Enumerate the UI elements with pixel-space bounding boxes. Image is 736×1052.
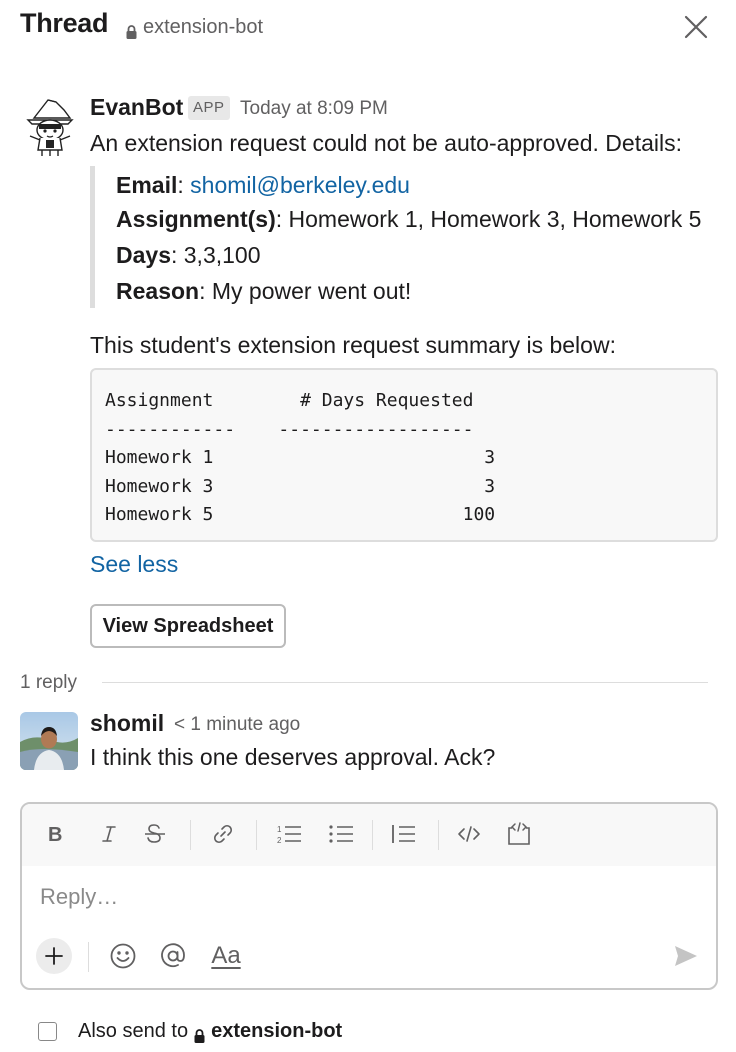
- view-spreadsheet-button[interactable]: View Spreadsheet: [90, 604, 286, 648]
- bold-icon[interactable]: B: [40, 818, 70, 850]
- bot-timestamp[interactable]: Today at 8:09 PM: [240, 98, 388, 120]
- bot-intro-text: An extension request could not be auto-a…: [90, 130, 682, 156]
- reply-divider: [102, 682, 708, 683]
- close-icon[interactable]: [682, 13, 710, 41]
- also-send-checkbox[interactable]: [38, 1022, 57, 1041]
- app-badge: APP: [188, 96, 230, 120]
- channel-name[interactable]: extension-bot: [126, 16, 263, 39]
- formatting-label: Aa: [211, 942, 241, 969]
- detail-assignments: Assignment(s): Homework 1, Homework 3, H…: [116, 206, 702, 232]
- reason-value: My power went out!: [211, 278, 412, 304]
- toolbar-separator: [190, 820, 191, 850]
- svg-text:1: 1: [277, 825, 282, 834]
- code-icon[interactable]: [454, 818, 484, 850]
- composer-separator: [88, 942, 89, 972]
- summary-code-block: Assignment # Days Requested ------------…: [90, 368, 718, 542]
- mention-icon[interactable]: [156, 938, 190, 974]
- bot-avatar[interactable]: [20, 96, 78, 158]
- bot-sender-name[interactable]: EvanBot: [90, 94, 183, 121]
- lock-icon: [194, 1026, 205, 1043]
- channel-label: extension-bot: [143, 16, 264, 38]
- email-link[interactable]: shomil@berkeley.edu: [190, 172, 410, 198]
- italic-icon[interactable]: [94, 818, 124, 850]
- also-send-label: Also send to: [78, 1020, 189, 1042]
- assignments-value: Homework 1, Homework 3, Homework 5: [288, 206, 702, 232]
- toolbar-separator: [438, 820, 439, 850]
- assignments-label: Assignment(s): [116, 206, 276, 232]
- summary-intro-text: This student's extension request summary…: [90, 332, 616, 358]
- reply-composer: B 12 Reply… Aa: [20, 802, 718, 990]
- days-value: 3,3,100: [183, 242, 261, 268]
- ordered-list-icon[interactable]: 12: [274, 818, 304, 850]
- also-send-channel-name: extension-bot: [211, 1020, 343, 1042]
- reply-sender-name[interactable]: shomil: [90, 710, 164, 737]
- svg-text:B: B: [48, 824, 62, 844]
- thread-header: Thread extension-bot: [0, 0, 736, 56]
- thread-title: Thread: [20, 8, 109, 38]
- reason-label: Reason: [116, 278, 200, 304]
- formatting-toolbar: B 12: [22, 804, 716, 866]
- also-send-channel: extension-bot: [194, 1020, 342, 1043]
- reply-input[interactable]: [40, 879, 690, 915]
- lock-icon: [126, 22, 137, 39]
- summary-table-text: Assignment # Days Requested ------------…: [105, 390, 496, 525]
- formatting-icon[interactable]: Aa: [208, 938, 244, 974]
- emoji-icon[interactable]: [106, 938, 140, 974]
- user-avatar[interactable]: [20, 712, 78, 770]
- strikethrough-icon[interactable]: [140, 818, 170, 850]
- toolbar-separator: [372, 820, 373, 850]
- link-icon[interactable]: [208, 818, 238, 850]
- send-icon[interactable]: [670, 940, 702, 972]
- blockquote-icon[interactable]: [388, 818, 418, 850]
- detail-reason: Reason: My power went out!: [116, 278, 412, 304]
- email-label: Email: [116, 172, 178, 198]
- code-block-icon[interactable]: [504, 818, 534, 850]
- also-send-option: Also send to extension-bot: [38, 1020, 342, 1043]
- detail-email: Email: shomil@berkeley.edu: [116, 172, 410, 198]
- days-label: Days: [116, 242, 171, 268]
- detail-days: Days: 3,3,100: [116, 242, 261, 268]
- toolbar-separator: [256, 820, 257, 850]
- reply-count: 1 reply: [20, 672, 78, 693]
- svg-text:2: 2: [277, 836, 282, 845]
- bulleted-list-icon[interactable]: [326, 818, 356, 850]
- plus-icon[interactable]: [36, 938, 72, 974]
- see-less-link[interactable]: See less: [90, 551, 178, 578]
- reply-timestamp[interactable]: < 1 minute ago: [174, 714, 300, 736]
- details-quote: Email: shomil@berkeley.edu Assignment(s)…: [90, 166, 720, 308]
- reply-text: I think this one deserves approval. Ack?: [90, 744, 496, 770]
